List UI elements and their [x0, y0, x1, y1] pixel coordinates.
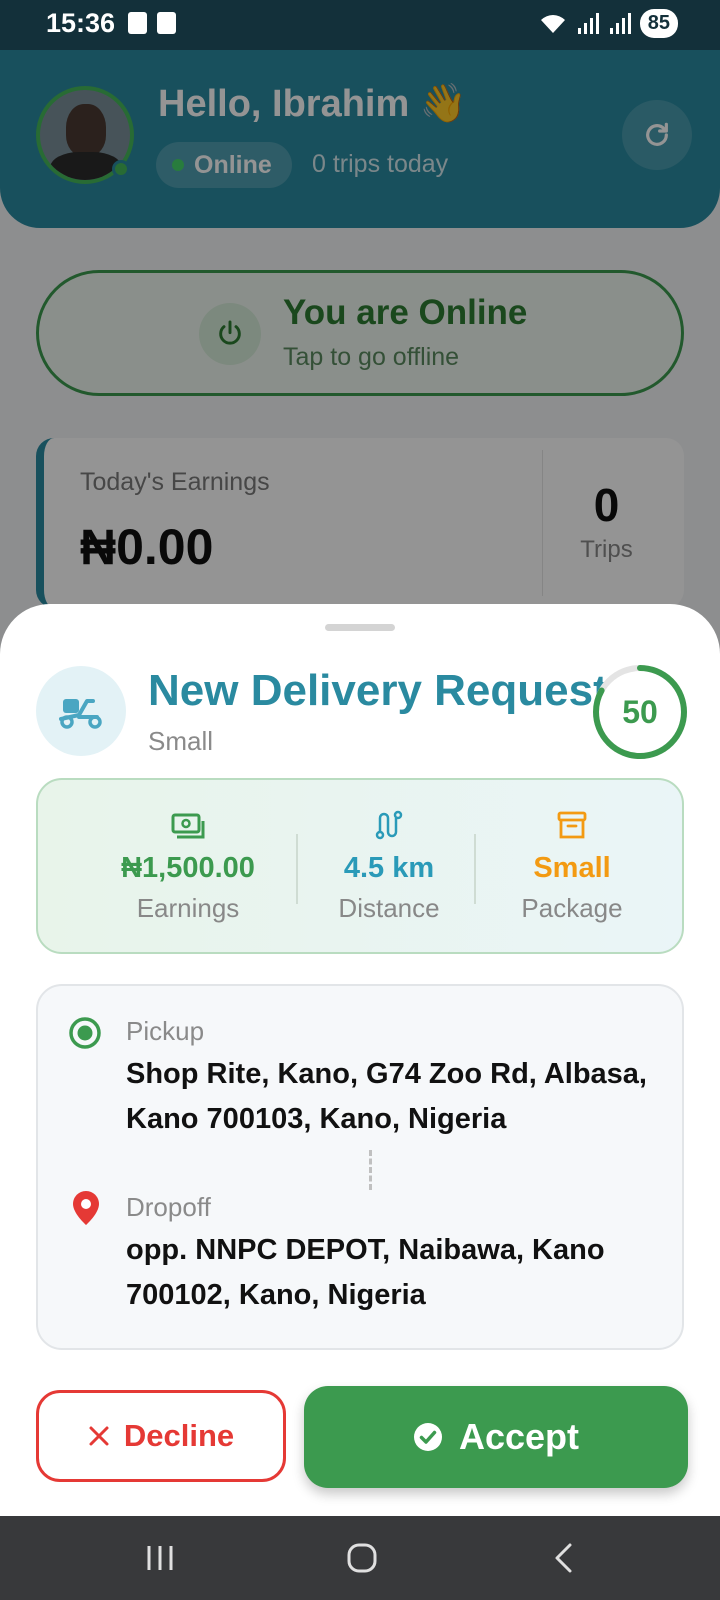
decline-button[interactable]: Decline: [36, 1390, 286, 1482]
request-subtitle: Small: [148, 726, 214, 756]
pickup-radio-icon: [68, 1016, 102, 1055]
signal-icon: [577, 12, 599, 34]
route-icon: [306, 780, 472, 840]
stat-package-value: Small: [533, 852, 611, 884]
back-icon: [555, 1543, 572, 1573]
request-title: New Delivery Request: [148, 666, 608, 715]
cash-icon: [78, 780, 298, 840]
stat-package: Small Package: [482, 780, 662, 956]
countdown-timer: 50: [590, 662, 690, 762]
status-bar: 15:36 85: [0, 0, 720, 50]
checkbox-notification-icon: [128, 12, 147, 34]
dropoff-address: opp. NNPC DEPOT, Naibawa, Kano 700102, K…: [126, 1234, 605, 1311]
sd-card-icon: [157, 12, 176, 34]
stat-distance: 4.5 km Distance: [306, 780, 472, 956]
recent-apps-button[interactable]: [140, 1538, 180, 1578]
route-details: Pickup Shop Rite, Kano, G74 Zoo Rd, Alba…: [36, 984, 684, 1350]
accept-button-label: Accept: [458, 1416, 580, 1457]
pickup-address: Shop Rite, Kano, G74 Zoo Rd, Albasa, Kan…: [126, 1058, 647, 1135]
location-pin-icon: [72, 1190, 100, 1231]
decline-button-label: Decline: [123, 1418, 235, 1453]
close-icon: [89, 1426, 109, 1446]
stat-earnings: ₦1,500.00 Earnings: [78, 780, 298, 956]
notification-icons: [128, 12, 176, 34]
stat-earnings-label: Earnings: [136, 893, 240, 923]
package-icon: [482, 780, 662, 840]
status-time: 15:36: [46, 8, 116, 38]
home-icon: [347, 1543, 377, 1573]
back-button[interactable]: [544, 1538, 584, 1578]
system-icons: 85: [538, 9, 678, 38]
signal-icon-2: [609, 12, 631, 34]
stat-distance-value: 4.5 km: [343, 852, 435, 884]
scooter-icon: [36, 666, 126, 756]
dropoff-label: Dropoff: [126, 1192, 211, 1222]
battery-level: 85: [639, 9, 678, 38]
system-navigation-bar: [0, 1516, 720, 1600]
accept-button[interactable]: Accept: [304, 1386, 688, 1488]
request-summary: ₦1,500.00 Earnings 4.5 km Distance Small…: [36, 778, 684, 954]
stat-package-label: Package: [521, 893, 623, 923]
check-circle-icon: [413, 1423, 442, 1451]
pickup-label: Pickup: [126, 1016, 205, 1046]
wifi-icon: [540, 14, 565, 33]
recents-icon: [147, 1546, 173, 1570]
drag-handle[interactable]: [325, 624, 395, 631]
stat-distance-label: Distance: [338, 893, 440, 923]
countdown-value: 50: [622, 693, 658, 730]
delivery-request-sheet: New Delivery Request Small 50 ₦1,500.00 …: [0, 604, 720, 1516]
route-connector: [369, 1150, 372, 1190]
stat-earnings-value: ₦1,500.00: [121, 852, 255, 884]
home-button[interactable]: [342, 1538, 382, 1578]
